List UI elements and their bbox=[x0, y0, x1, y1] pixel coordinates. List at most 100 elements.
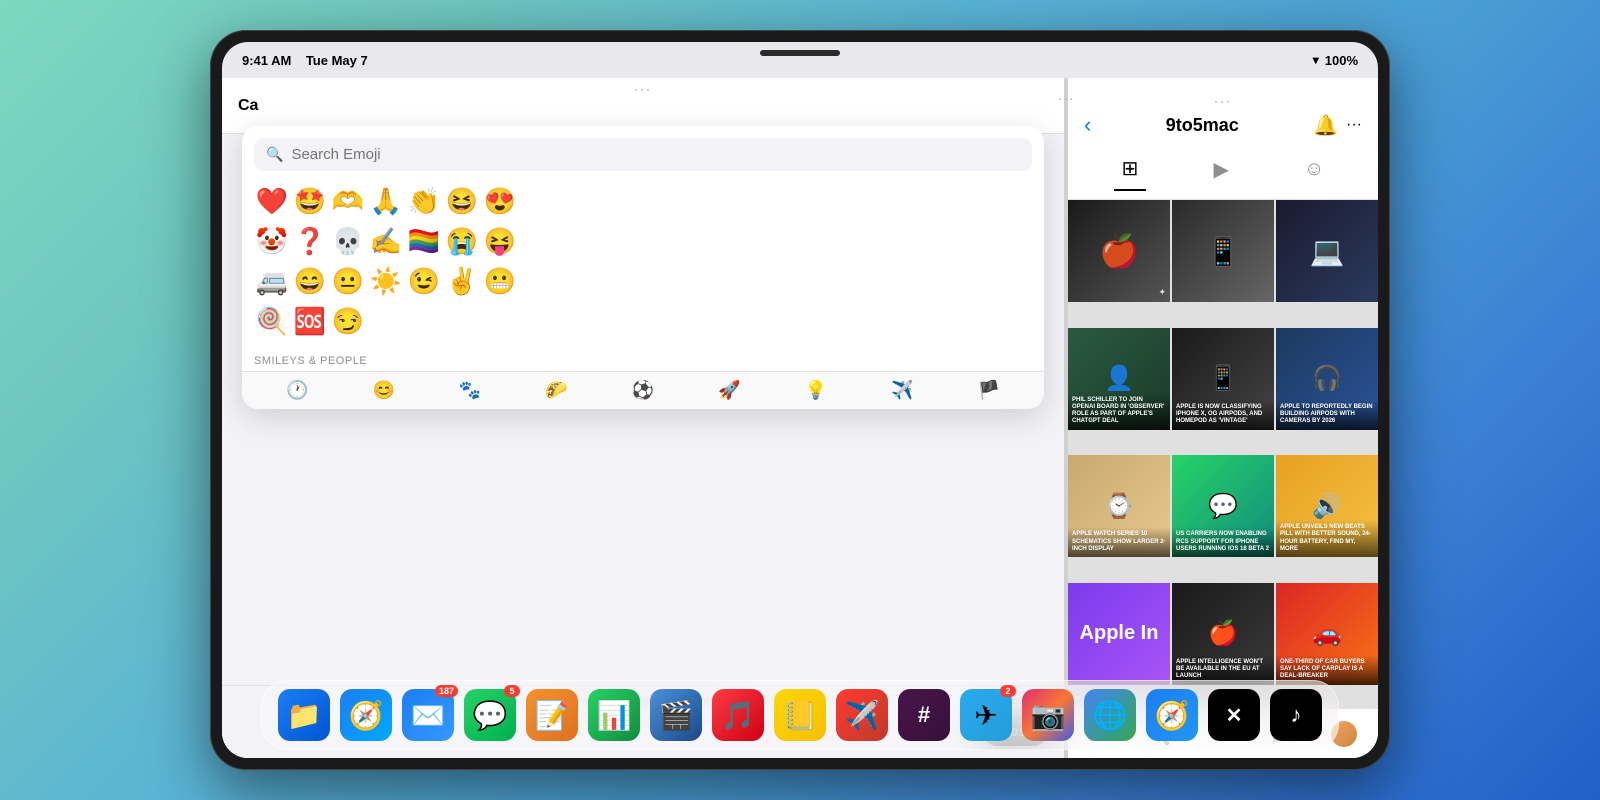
emoji-tongue[interactable]: 😝 bbox=[482, 223, 518, 259]
cat-objects[interactable]: 💡 bbox=[805, 380, 827, 401]
battery-display: 100% bbox=[1325, 53, 1358, 68]
emoji-search-input[interactable] bbox=[291, 146, 1020, 163]
emoji-pray[interactable]: 🙏 bbox=[368, 183, 404, 219]
ipad-frame: 9:41 AM Tue May 7 ▾ 100% ··· Ca 🔍 bbox=[210, 30, 1390, 770]
emoji-heart-eyes[interactable]: 😍 bbox=[482, 183, 518, 219]
dock-app-telegram[interactable]: ✈ 2 bbox=[960, 689, 1012, 741]
emoji-rainbow[interactable]: 🏳️‍🌈 bbox=[406, 223, 442, 259]
emoji-sun[interactable]: ☀️ bbox=[368, 263, 404, 299]
emoji-laughing[interactable]: 😆 bbox=[444, 183, 480, 219]
emoji-skull[interactable]: 💀 bbox=[330, 223, 366, 259]
dock-app-chrome[interactable]: 🌐 bbox=[1084, 689, 1136, 741]
camera-notch bbox=[760, 50, 840, 56]
dock-app-x[interactable]: ✕ bbox=[1208, 689, 1260, 741]
feed-item-9[interactable]: 🔊 APPLE UNVEILS NEW BEATS PILL WITH BETT… bbox=[1276, 455, 1378, 557]
safari2-icon: 🧭 bbox=[1155, 699, 1190, 732]
emoji-picker: 🔍 ❤️ 🤩 🫶 🙏 👏 😆 😍 bbox=[242, 126, 1044, 409]
dock-app-numbers[interactable]: 📊 bbox=[588, 689, 640, 741]
tab-tagged[interactable]: ☺ bbox=[1296, 150, 1332, 189]
emoji-starstruck[interactable]: 🤩 bbox=[292, 183, 328, 219]
dock-app-safari2[interactable]: 🧭 bbox=[1146, 689, 1198, 741]
dock-app-spark[interactable]: ✈️ bbox=[836, 689, 888, 741]
cat-flags[interactable]: 🏴 bbox=[978, 380, 1000, 401]
emoji-peace[interactable]: ✌️ bbox=[444, 263, 480, 299]
x-icon: ✕ bbox=[1226, 703, 1243, 728]
feed-item-7[interactable]: ⌚ APPLE WATCH SERIES 10 SCHEMATICS SHOW … bbox=[1068, 455, 1170, 557]
emoji-van[interactable]: 🚐 bbox=[254, 263, 290, 299]
dock-app-safari[interactable]: 🧭 bbox=[340, 689, 392, 741]
profile-tab-bar: ⊞ ▶ ☺ bbox=[1084, 148, 1362, 191]
feed-item-6[interactable]: 🎧 APPLE TO REPORTEDLY BEGIN BUILDING AIR… bbox=[1276, 328, 1378, 430]
emoji-row-3: 🚐 😄 😐 ☀️ 😉 ✌️ 😬 bbox=[254, 263, 1032, 299]
cat-recent[interactable]: 🕐 bbox=[286, 380, 308, 401]
more-icon[interactable]: ··· bbox=[1346, 116, 1362, 134]
emoji-row-4: 🍭 🆘 😏 bbox=[254, 303, 1032, 339]
app-messages: ··· Ca 🔍 ❤️ 🤩 🫶 🙏 bbox=[222, 78, 1064, 758]
files-icon: 📁 bbox=[287, 699, 322, 732]
telegram-badge: 2 bbox=[1000, 685, 1016, 697]
feed-item-12[interactable]: 🚗 ONE-THIRD OF CAR BUYERS SAY LACK OF CA… bbox=[1276, 583, 1378, 685]
dock-app-mail[interactable]: ✉️ 187 bbox=[402, 689, 454, 741]
news-top-bar: ‹ 9to5mac 🔔 ··· bbox=[1084, 112, 1362, 138]
feed-item-10[interactable]: Apple In bbox=[1068, 583, 1170, 685]
cat-symbols[interactable]: ✈️ bbox=[891, 380, 913, 401]
cat-activities[interactable]: ⚽ bbox=[632, 380, 654, 401]
dock-app-notes[interactable]: 📒 bbox=[774, 689, 826, 741]
feed-item-4[interactable]: 👤 PHIL SCHILLER TO JOIN OPENAI BOARD IN … bbox=[1068, 328, 1170, 430]
cat-food[interactable]: 🌮 bbox=[545, 380, 567, 401]
emoji-clown[interactable]: 🤡 bbox=[254, 223, 290, 259]
cat-travel[interactable]: 🚀 bbox=[718, 380, 740, 401]
instagram-icon: 📷 bbox=[1031, 699, 1066, 732]
dock-app-files[interactable]: 📁 bbox=[278, 689, 330, 741]
mail-icon: ✉️ bbox=[411, 699, 446, 732]
status-bar: 9:41 AM Tue May 7 ▾ 100% bbox=[222, 42, 1378, 78]
emoji-sos[interactable]: 🆘 bbox=[292, 303, 328, 339]
notes-icon: 📒 bbox=[783, 699, 818, 732]
emoji-crying[interactable]: 😭 bbox=[444, 223, 480, 259]
feed-item-8[interactable]: 💬 US CARRIERS NOW ENABLING RCS SUPPORT F… bbox=[1172, 455, 1274, 557]
bell-icon[interactable]: 🔔 bbox=[1313, 113, 1338, 138]
emoji-wink[interactable]: 😉 bbox=[406, 263, 442, 299]
back-button[interactable]: ‹ bbox=[1084, 112, 1091, 138]
feed-item-3[interactable]: 💻 bbox=[1276, 200, 1378, 302]
numbers-icon: 📊 bbox=[597, 699, 632, 732]
emoji-heart[interactable]: ❤️ bbox=[254, 183, 290, 219]
emoji-handshake[interactable]: 🫶 bbox=[330, 183, 366, 219]
emoji-smirk[interactable]: 😏 bbox=[330, 303, 366, 339]
feed-item-1[interactable]: 🍎 ✦ bbox=[1068, 200, 1170, 302]
emoji-grimace[interactable]: 😬 bbox=[482, 263, 518, 299]
search-icon: 🔍 bbox=[266, 146, 283, 163]
keynote-icon: 🎬 bbox=[659, 699, 694, 732]
messages-icon: 💬 bbox=[473, 699, 508, 732]
emoji-clap[interactable]: 👏 bbox=[406, 183, 442, 219]
dock-app-tiktok[interactable]: ♪ bbox=[1270, 689, 1322, 741]
dock-app-instagram[interactable]: 📷 bbox=[1022, 689, 1074, 741]
telegram-icon: ✈ bbox=[974, 699, 997, 732]
feed-item-11[interactable]: 🍎 APPLE INTELLIGENCE WON'T BE AVAILABLE … bbox=[1172, 583, 1274, 685]
safari-icon: 🧭 bbox=[349, 699, 384, 732]
left-app-dots: ··· bbox=[634, 82, 652, 96]
cat-animals[interactable]: 🐾 bbox=[459, 380, 481, 401]
dock-app-pages[interactable]: 📝 bbox=[526, 689, 578, 741]
dock-app-keynote[interactable]: 🎬 bbox=[650, 689, 702, 741]
pages-icon: 📝 bbox=[535, 699, 570, 732]
tab-grid[interactable]: ⊞ bbox=[1114, 148, 1147, 191]
dock-app-messages[interactable]: 💬 5 bbox=[464, 689, 516, 741]
feed-item-5[interactable]: 📱 APPLE IS NOW CLASSIFYING IPHONE X, OG … bbox=[1172, 328, 1274, 430]
status-time: 9:41 AM Tue May 7 bbox=[242, 53, 368, 68]
feed-item-2[interactable]: 📱 bbox=[1172, 200, 1274, 302]
news-header: ··· ‹ 9to5mac 🔔 ··· ⊞ ▶ ☺ bbox=[1068, 78, 1378, 200]
ipad-screen: 9:41 AM Tue May 7 ▾ 100% ··· Ca 🔍 bbox=[222, 42, 1378, 758]
emoji-writing[interactable]: ✍️ bbox=[368, 223, 404, 259]
emoji-question[interactable]: ❓ bbox=[292, 223, 328, 259]
main-content: ··· Ca 🔍 ❤️ 🤩 🫶 🙏 bbox=[222, 78, 1378, 758]
emoji-lollipop[interactable]: 🍭 bbox=[254, 303, 290, 339]
emoji-grin[interactable]: 😄 bbox=[292, 263, 328, 299]
cat-smileys[interactable]: 😊 bbox=[372, 380, 394, 401]
tab-video[interactable]: ▶ bbox=[1205, 149, 1236, 190]
emoji-search-bar[interactable]: 🔍 bbox=[254, 138, 1032, 171]
emoji-neutral[interactable]: 😐 bbox=[330, 263, 366, 299]
dock-app-slack[interactable]: # bbox=[898, 689, 950, 741]
app-news: ··· ‹ 9to5mac 🔔 ··· ⊞ ▶ ☺ bbox=[1068, 78, 1378, 758]
dock-app-music[interactable]: 🎵 bbox=[712, 689, 764, 741]
